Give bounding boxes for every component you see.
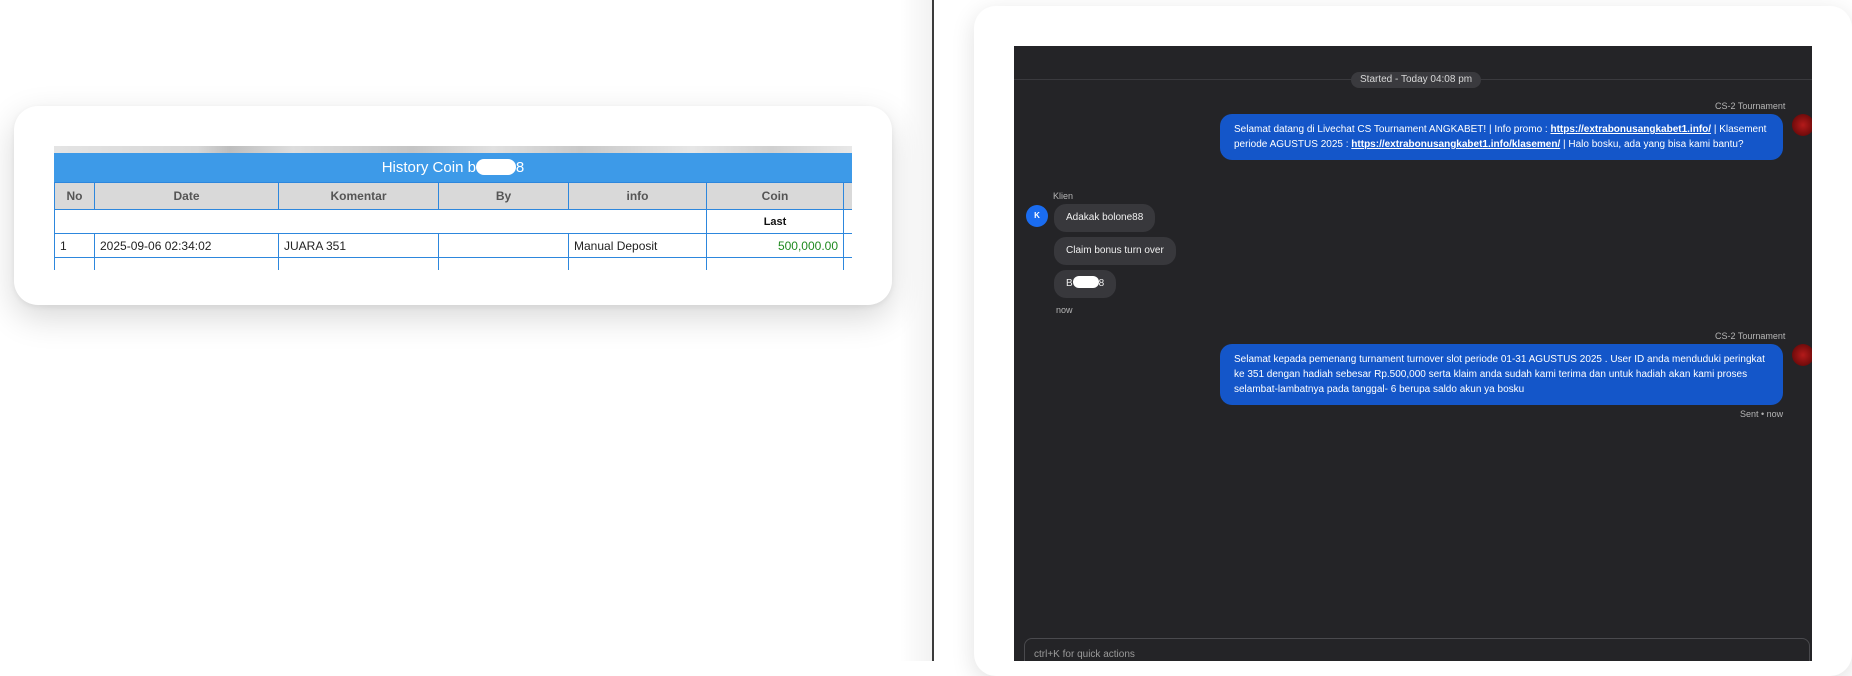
chat-window: Started - Today 04:08 pm CS-2 Tournament… [1014, 46, 1812, 661]
last-row-spacer [54, 209, 707, 234]
column-header-komentar[interactable]: Komentar [278, 182, 439, 210]
column-header-no[interactable]: No [54, 182, 95, 210]
masked-username-suffix: 8 [1098, 278, 1105, 289]
promo-link[interactable]: https://extrabonusangkabet1.info/ [1550, 124, 1711, 135]
client-message-username: B8 [1054, 270, 1117, 298]
column-header-info[interactable]: info [568, 182, 707, 210]
agent-message-welcome: Selamat datang di Livechat CS Tournament… [1220, 114, 1783, 160]
agent-avatar [1792, 114, 1812, 136]
row-komentar: JUARA 351 [278, 233, 439, 258]
chat-composer-input[interactable]: ctrl+K for quick actions [1024, 638, 1810, 661]
redacted-username [475, 159, 516, 175]
agent-name-label: CS-2 Tournament [1715, 331, 1786, 341]
chat-started-badge: Started - Today 04:08 pm [1351, 72, 1482, 88]
agent-message-winner: Selamat kepada pemenang turnament turnov… [1220, 344, 1783, 405]
client-message: Adakak bolone88 [1054, 204, 1156, 232]
column-header-date[interactable]: Date [94, 182, 279, 210]
vertical-divider [932, 0, 934, 661]
map-banner [54, 146, 852, 153]
client-message: Claim bonus turn over [1054, 237, 1176, 265]
table-row-partial [54, 257, 852, 270]
history-table: No Date Komentar By info Coin Last 1 202… [54, 182, 852, 270]
row-extra [843, 233, 852, 258]
history-title: History Coin b 8 [54, 153, 852, 182]
column-header-coin[interactable]: Coin [706, 182, 844, 210]
column-header-by[interactable]: By [438, 182, 569, 210]
row-coin: 500,000.00 [706, 233, 844, 258]
last-row-extra [843, 209, 852, 234]
klasemen-link[interactable]: https://extrabonusangkabet1.info/klaseme… [1351, 139, 1560, 150]
history-card: History Coin b 8 No Date Komentar By info… [14, 106, 892, 305]
client-message-time: now [1056, 305, 1073, 315]
history-table-wrapper: History Coin b 8 No Date Komentar By info… [54, 146, 852, 270]
row-date: 2025-09-06 02:34:02 [94, 233, 279, 258]
row-by [438, 233, 569, 258]
last-label: Last [706, 209, 844, 234]
masked-username-prefix: B [1066, 278, 1073, 289]
redacted-username [1072, 276, 1099, 288]
history-title-prefix: History Coin b [381, 159, 476, 176]
history-title-suffix: 8 [515, 159, 525, 176]
agent-name-label: CS-2 Tournament [1715, 101, 1786, 111]
message-sent-status: Sent • now [1740, 409, 1784, 419]
client-avatar: K [1026, 205, 1048, 227]
client-label: Klien [1053, 191, 1074, 201]
agent-avatar [1792, 344, 1812, 366]
column-header-extra [843, 182, 852, 210]
table-header-row: No Date Komentar By info Coin [54, 182, 852, 210]
divider-shadow [900, 0, 932, 661]
agent-message-text: Selamat datang di Livechat CS Tournament… [1234, 124, 1551, 135]
last-row: Last [54, 209, 852, 234]
row-no: 1 [54, 233, 95, 258]
table-row: 1 2025-09-06 02:34:02 JUARA 351 Manual D… [54, 233, 852, 258]
row-info: Manual Deposit [568, 233, 707, 258]
agent-message-text: | Halo bosku, ada yang bisa kami bantu? [1560, 139, 1744, 150]
